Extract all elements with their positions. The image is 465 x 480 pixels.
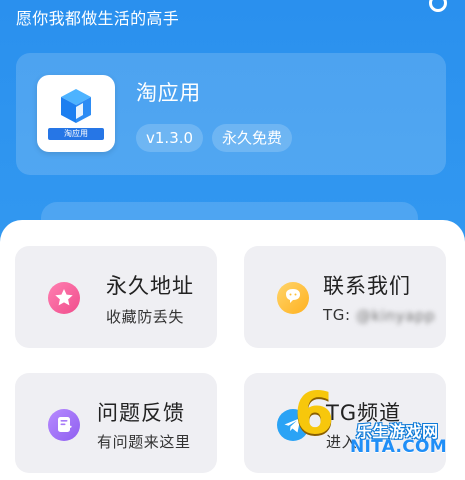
feature-title: 问题反馈 [97, 401, 185, 425]
purple-feedback-icon [47, 408, 81, 442]
site-watermark: 6 乐生游戏网 NITA.COM [294, 380, 456, 468]
feature-description: 有问题来这里 [97, 433, 191, 451]
feature-title: 联系我们 [323, 274, 411, 298]
blue-cube-icon [53, 85, 99, 129]
telegram-handle: @kinyapp [356, 306, 436, 325]
app-icon-caption: 淘应用 [48, 128, 104, 140]
yellow-chat-icon [276, 281, 310, 315]
contact-prefix: TG: [323, 306, 357, 324]
page-slogan: 愿你我都做生活的高手 [16, 9, 180, 28]
watermark-logo-digit: 6 [294, 379, 335, 447]
price-badge: 永久免费 [212, 124, 293, 152]
app-name: 淘应用 [136, 81, 201, 105]
feature-card-permanent-address[interactable]: 永久地址 收藏防丢失 [15, 246, 217, 348]
feature-description: TG: @kinyapp [323, 306, 435, 325]
feature-card-feedback[interactable]: 问题反馈 有问题来这里 [15, 373, 217, 473]
pink-star-icon [47, 281, 81, 315]
feature-title: 永久地址 [106, 274, 194, 298]
app-info-card: 淘应用 淘应用 v1.3.0 永久免费 [16, 53, 446, 175]
feature-description: 收藏防丢失 [106, 308, 185, 326]
app-icon: 淘应用 [37, 75, 115, 152]
feature-card-contact-us[interactable]: 联系我们 TG: @kinyapp [244, 246, 446, 348]
watermark-site-url: NITA.COM [350, 437, 448, 457]
version-badge: v1.3.0 [136, 124, 204, 152]
